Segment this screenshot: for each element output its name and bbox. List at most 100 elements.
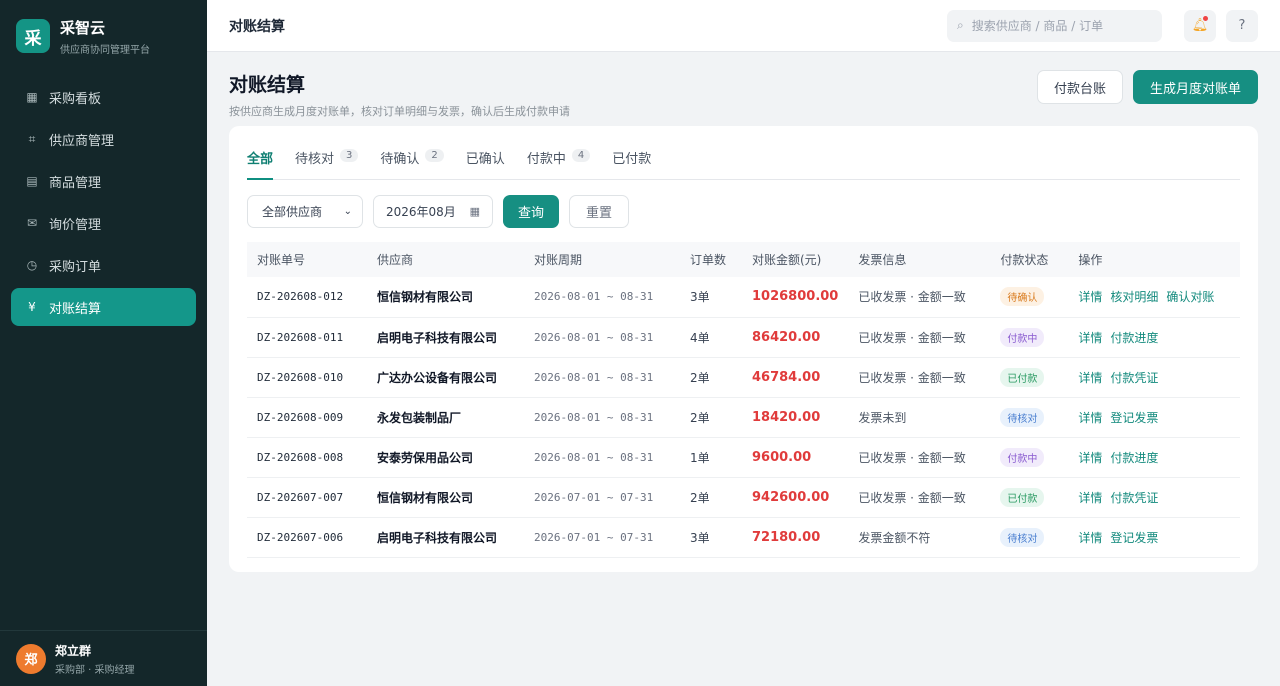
action-link[interactable]: 详情 <box>1078 491 1102 505</box>
action-link[interactable]: 登记发票 <box>1110 411 1158 425</box>
content: 对账结算 按供应商生成月度对账单，核对订单明细与发票，确认后生成付款申请 付款台… <box>207 52 1280 590</box>
notification-button[interactable]: 🔔︎ <box>1184 9 1216 42</box>
statement-id: DZ-202608-008 <box>247 437 367 478</box>
action-link[interactable]: 核对明细 <box>1110 290 1158 304</box>
action-link[interactable]: 详情 <box>1078 531 1102 545</box>
tab-3[interactable]: 已确认 <box>466 148 505 179</box>
action-link[interactable]: 确认对账 <box>1166 290 1214 304</box>
status-badge: 已付款 <box>1000 487 1045 507</box>
sidebar-item-label: 商品管理 <box>49 175 102 191</box>
table-row: DZ-202607-007 恒信钢材有限公司 2026-07-01 ~ 07-31 2… <box>247 477 1240 518</box>
table-header-row: 对账单号 供应商 对账周期 订单数 对账金额(元) 发票信息 付款状态 操作 <box>247 242 1240 277</box>
sidebar-item-2[interactable]: ▤ 商品管理 <box>11 162 196 200</box>
sidebar-item-4[interactable]: ◷ 采购订单 <box>11 246 196 284</box>
invoice-info: 已收发票 · 金额一致 <box>848 277 991 318</box>
statement-period: 2026-08-01 ~ 08-31 <box>524 317 680 358</box>
action-link[interactable]: 付款凭证 <box>1110 491 1158 505</box>
payment-ledger-button[interactable]: 付款台账 <box>1036 70 1123 104</box>
status-badge: 待确认 <box>1000 287 1045 307</box>
grid-icon: ▦ <box>26 90 38 104</box>
clock-icon: ◷ <box>26 258 38 272</box>
hash-icon: ⌗ <box>28 131 36 146</box>
tab-4[interactable]: 付款中 4 <box>526 148 591 179</box>
payment-status-cell: 付款中 <box>990 317 1069 358</box>
statement-id: DZ-202608-009 <box>247 397 367 438</box>
table-body: DZ-202608-012 恒信钢材有限公司 2026-08-01 ~ 08-31 3… <box>247 277 1240 558</box>
order-count: 3单 <box>680 517 742 558</box>
main: 对账结算 ⌕ 🔔︎ ? 对账结算 按供应商生成月度对账单，核对订单明细与发票，确… <box>207 0 1280 686</box>
sidebar-item-0[interactable]: ▦ 采购看板 <box>11 78 196 116</box>
order-count: 4单 <box>680 317 742 358</box>
table-row: DZ-202608-010 广达办公设备有限公司 2026-08-01 ~ 08-3… <box>247 357 1240 398</box>
tab-count-badge: 2 <box>425 149 444 162</box>
invoice-info: 发票未到 <box>848 397 991 438</box>
statement-period: 2026-08-01 ~ 08-31 <box>524 357 680 398</box>
notification-dot <box>1203 15 1208 21</box>
statement-id: DZ-202608-010 <box>247 357 367 398</box>
sidebar-item-label: 采购看板 <box>49 91 102 107</box>
statement-amount: 72180.00 <box>742 517 849 558</box>
sidebar-item-3[interactable]: ✉ 询价管理 <box>11 204 196 242</box>
sidebar-item-1[interactable]: ⌗ 供应商管理 <box>11 120 196 158</box>
action-link[interactable]: 详情 <box>1078 290 1102 304</box>
tab-1[interactable]: 待核对 3 <box>295 148 359 179</box>
status-badge: 已付款 <box>1000 367 1045 387</box>
statement-id: DZ-202607-006 <box>247 517 367 558</box>
month-picker[interactable]: 2026年08月 ▦ <box>373 195 493 228</box>
generate-statement-button[interactable]: 生成月度对账单 <box>1132 70 1258 104</box>
action-link[interactable]: 详情 <box>1078 331 1102 345</box>
table-row: DZ-202608-008 安泰劳保用品公司 2026-08-01 ~ 08-31 1… <box>247 437 1240 478</box>
search-box[interactable]: ⌕ <box>947 9 1162 42</box>
action-link[interactable]: 详情 <box>1078 411 1102 425</box>
topbar: 对账结算 ⌕ 🔔︎ ? <box>207 0 1280 52</box>
mail-icon: ✉ <box>26 216 38 230</box>
tab-2[interactable]: 待确认 2 <box>380 148 444 179</box>
tab-label: 全部 <box>247 152 274 167</box>
user-role: 采购部 · 采购经理 <box>55 664 135 676</box>
payment-status-cell: 待确认 <box>990 277 1069 318</box>
statement-card: 全部 待核对 3 待确认 2 已确认 付款中 4 已付款 全部供应商 ⌄ 2026年08月 ▦ … <box>229 126 1258 572</box>
order-count: 1单 <box>680 437 742 478</box>
sidebar-item-label: 供应商管理 <box>49 133 115 149</box>
action-link[interactable]: 详情 <box>1078 371 1102 385</box>
order-count: 2单 <box>680 477 742 518</box>
brand-name: 采智云 <box>60 18 106 37</box>
action-link[interactable]: 详情 <box>1078 451 1102 465</box>
page-header: 对账结算 按供应商生成月度对账单，核对订单明细与发票，确认后生成付款申请 付款台… <box>229 70 1258 126</box>
sidebar-nav: ▦ 采购看板 ⌗ 供应商管理 ▤ 商品管理 ✉ 询价管理 ◷ 采购订单 ¥ 对账结算 <box>0 72 207 630</box>
statement-amount: 1026800.00 <box>742 277 849 318</box>
column-header: 对账单号 <box>247 242 367 277</box>
action-link[interactable]: 付款进度 <box>1110 451 1158 465</box>
action-link[interactable]: 付款凭证 <box>1110 371 1158 385</box>
statement-period: 2026-07-01 ~ 07-31 <box>524 517 680 558</box>
sidebar: 采 采智云 供应商协同管理平台 ▦ 采购看板 ⌗ 供应商管理 ▤ 商品管理 ✉ 询价管理 ◷ 采购… <box>0 0 207 686</box>
help-button[interactable]: ? <box>1226 9 1258 42</box>
reset-button[interactable]: 重置 <box>569 195 630 228</box>
actions-cell: 详情 登记发票 <box>1068 517 1240 558</box>
tab-0[interactable]: 全部 <box>247 148 274 180</box>
month-picker-value: 2026年08月 <box>386 205 456 219</box>
payment-status-cell: 已付款 <box>990 357 1069 398</box>
sidebar-item-label: 采购订单 <box>49 259 102 275</box>
sidebar-item-5[interactable]: ¥ 对账结算 <box>11 288 196 326</box>
brand: 采 采智云 供应商协同管理平台 <box>0 0 207 72</box>
tab-label: 付款中 <box>526 152 566 167</box>
tab-5[interactable]: 已付款 <box>612 148 651 179</box>
status-badge: 待核对 <box>1000 407 1045 427</box>
status-badge: 付款中 <box>1000 327 1045 347</box>
column-header: 付款状态 <box>990 242 1069 277</box>
supplier-name: 安泰劳保用品公司 <box>367 437 524 478</box>
status-tabs: 全部 待核对 3 待确认 2 已确认 付款中 4 已付款 <box>247 148 1240 180</box>
supplier-select[interactable]: 全部供应商 ⌄ <box>247 195 363 228</box>
search-icon: ⌕ <box>957 18 964 32</box>
tab-label: 待确认 <box>380 152 420 167</box>
user-profile[interactable]: 郑 郑立群 采购部 · 采购经理 <box>0 630 207 686</box>
order-count: 3单 <box>680 277 742 318</box>
statement-period: 2026-08-01 ~ 08-31 <box>524 437 680 478</box>
search-input[interactable] <box>971 18 1142 33</box>
action-link[interactable]: 付款进度 <box>1110 331 1158 345</box>
calendar-icon: ▦ <box>469 205 480 218</box>
sidebar-item-label: 对账结算 <box>49 301 102 317</box>
action-link[interactable]: 登记发票 <box>1110 531 1158 545</box>
query-button[interactable]: 查询 <box>503 195 560 228</box>
